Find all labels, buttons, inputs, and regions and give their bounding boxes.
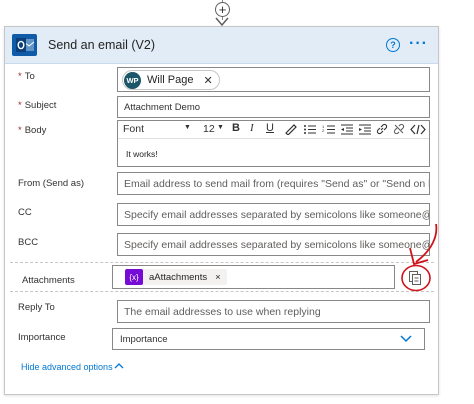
unlink-icon[interactable]	[393, 123, 405, 135]
outlook-icon	[12, 34, 37, 56]
font-size-select[interactable]: 12	[203, 123, 215, 135]
recipient-chip[interactable]: WP Will Page ✕	[122, 70, 220, 90]
card-header[interactable]: Send an email (V2) ? ···	[5, 27, 438, 64]
help-icon[interactable]: ?	[386, 38, 400, 52]
reply-to-input[interactable]: The email addresses to use when replying	[117, 300, 430, 323]
font-size-caret-icon[interactable]: ▼	[217, 124, 224, 131]
to-field[interactable]: WP Will Page ✕	[117, 67, 430, 92]
attachments-field[interactable]: {x} aAttachments ×	[112, 265, 395, 289]
body-text[interactable]: It works!	[126, 149, 158, 159]
annotation-arrow	[409, 223, 438, 266]
remove-recipient-icon[interactable]: ✕	[203, 74, 212, 87]
chevron-down-icon[interactable]	[400, 332, 412, 344]
from-input[interactable]: Email address to send mail from (require…	[117, 172, 430, 195]
code-view-icon[interactable]	[410, 124, 426, 135]
importance-select[interactable]: Importance	[112, 328, 425, 350]
required-mark: *	[18, 71, 22, 82]
avatar: WP	[124, 71, 141, 89]
cc-label: CC	[18, 207, 32, 218]
dynamic-content-token[interactable]: {x} aAttachments ×	[125, 269, 227, 285]
required-mark: *	[18, 125, 22, 136]
subject-field[interactable]: Attachment Demo	[117, 96, 430, 118]
importance-value: Importance	[120, 334, 168, 345]
variable-icon: {x}	[125, 269, 143, 285]
numbered-list-icon[interactable]: 1 2	[322, 124, 336, 135]
link-icon[interactable]	[376, 123, 388, 135]
body-editor[interactable]: Font ▼ 12 ▼ B I U 1 2 It works!	[117, 120, 430, 167]
increase-indent-icon[interactable]	[358, 124, 372, 135]
subject-label: * Subject	[18, 100, 57, 111]
decrease-indent-icon[interactable]	[340, 124, 354, 135]
card-title[interactable]: Send an email (V2)	[48, 38, 155, 52]
svg-text:2: 2	[322, 128, 325, 133]
underline-button[interactable]: U	[266, 122, 274, 134]
attachments-label: Attachments	[22, 275, 75, 286]
bulleted-list-icon[interactable]	[303, 124, 317, 135]
body-toolbar: Font ▼ 12 ▼ B I U 1 2	[118, 121, 429, 139]
reply-to-label: Reply To	[18, 302, 55, 313]
italic-button[interactable]: I	[250, 122, 254, 134]
font-select[interactable]: Font	[123, 123, 144, 135]
required-mark: *	[18, 100, 22, 111]
remove-token-icon[interactable]: ×	[215, 272, 221, 283]
font-caret-icon[interactable]: ▼	[184, 124, 191, 131]
more-options-icon[interactable]: ···	[409, 35, 428, 53]
to-label: * To	[18, 71, 35, 82]
bold-button[interactable]: B	[232, 122, 240, 134]
bcc-input[interactable]: Specify email addresses separated by sem…	[117, 233, 430, 256]
importance-label: Importance	[18, 332, 66, 343]
bcc-label: BCC	[18, 237, 39, 248]
body-label: * Body	[18, 125, 47, 136]
chevron-up-icon[interactable]	[113, 360, 125, 372]
cc-input[interactable]: Specify email addresses separated by sem…	[117, 203, 430, 226]
hide-advanced-options-link[interactable]: Hide advanced options	[21, 362, 113, 372]
token-text: aAttachments	[149, 271, 208, 283]
from-label: From (Send as)	[18, 178, 84, 189]
recipient-name: Will Page	[147, 74, 194, 86]
pen-icon[interactable]	[284, 124, 298, 135]
